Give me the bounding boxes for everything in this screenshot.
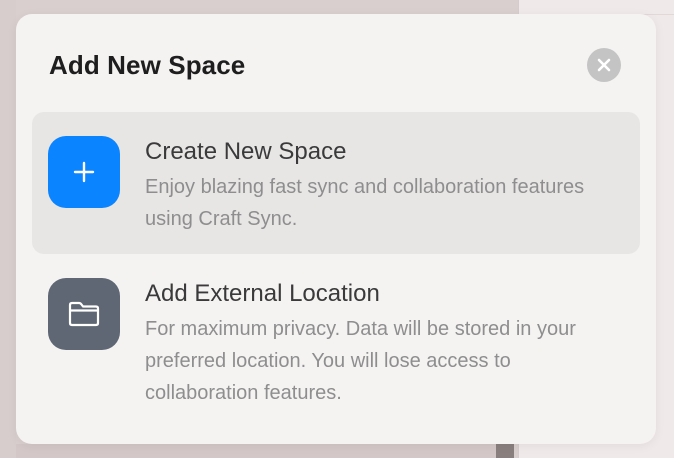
plus-icon bbox=[73, 161, 95, 183]
option-description: Enjoy blazing fast sync and collaboratio… bbox=[145, 176, 585, 230]
close-icon bbox=[597, 58, 611, 72]
close-button[interactable] bbox=[587, 48, 621, 82]
create-space-icon-tile bbox=[48, 136, 120, 208]
background-app-left bbox=[0, 0, 16, 458]
create-new-space-option[interactable]: Create New Space Enjoy blazing fast sync… bbox=[32, 112, 640, 254]
option-title: Add External Location bbox=[145, 280, 380, 307]
option-title: Create New Space bbox=[145, 138, 347, 165]
folder-icon bbox=[68, 301, 100, 327]
option-description: For maximum privacy. Data will be stored… bbox=[145, 318, 576, 404]
background-app-bottom bbox=[16, 444, 496, 458]
dialog-title: Add New Space bbox=[49, 50, 246, 80]
background-app-scrollbar bbox=[496, 444, 514, 458]
external-location-icon-tile bbox=[48, 278, 120, 350]
add-external-location-option[interactable]: Add External Location For maximum privac… bbox=[32, 262, 640, 426]
add-new-space-dialog: Add New Space Create New Space Enjoy bla… bbox=[16, 14, 656, 444]
